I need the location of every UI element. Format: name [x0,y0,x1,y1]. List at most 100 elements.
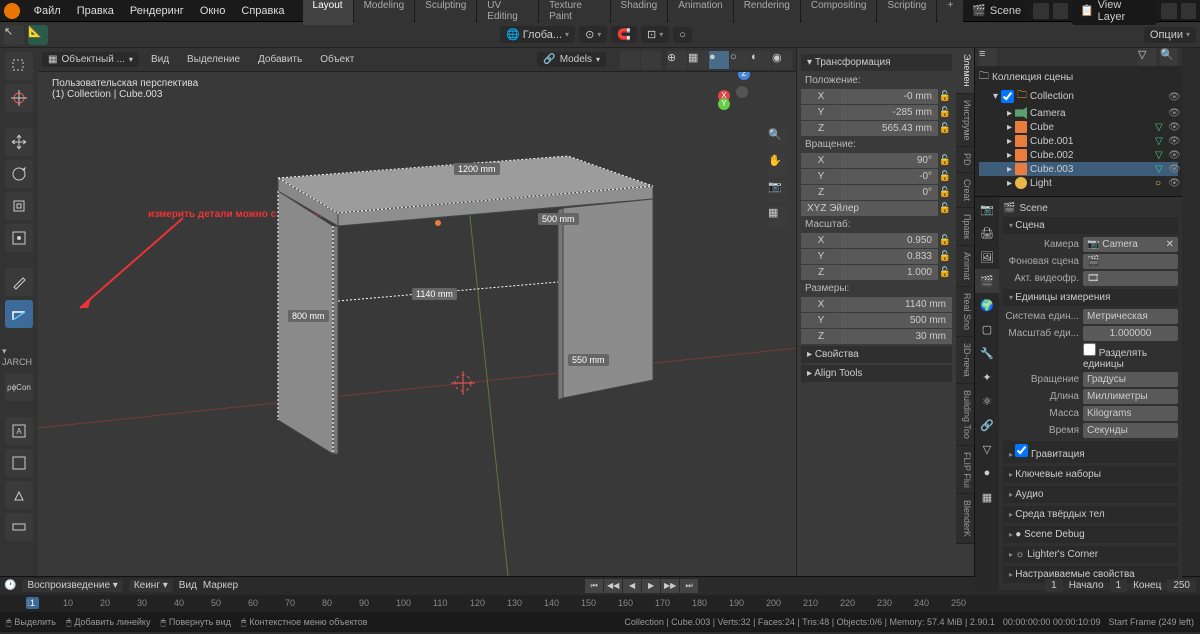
rot-x-lock[interactable]: 🔓 [938,155,952,166]
scale-tool[interactable] [5,192,33,220]
length-unit-dropdown[interactable]: Миллиметры [1083,389,1178,404]
audio-header[interactable]: Аудио [1003,486,1178,503]
props-tab-viewlayer[interactable]: 🖼 [975,245,999,269]
annotate-tool[interactable] [5,268,33,296]
3d-viewport[interactable]: ▦Объектный ...▾ Вид Выделение Добавить О… [38,48,796,576]
mode-dropdown[interactable]: ▦Объектный ...▾ [42,52,139,67]
panel-tool-2[interactable] [5,449,33,477]
outliner-item-camera[interactable]: ▸Camera👁 [979,106,1178,120]
delete-scene-icon[interactable] [1053,3,1068,19]
new-viewlayer-icon[interactable] [1161,3,1176,19]
nav-gizmo[interactable]: X Y Z [718,68,768,118]
props-tab-particles[interactable]: ✦ [975,365,999,389]
units-section-header[interactable]: Единицы измерения [1003,289,1178,306]
panel-tool-4[interactable] [5,513,33,541]
dim-x-value[interactable]: 1140 mm [841,297,952,312]
workspace-tab-add[interactable]: + [937,0,963,25]
jump-start-button[interactable]: ⏮ [585,579,603,593]
scale-x-value[interactable]: 0.950 [841,233,938,248]
measure-tool-header-icon[interactable]: 📐 [28,25,48,45]
separate-units-checkbox[interactable] [1083,343,1096,356]
rot-x-value[interactable]: 90° [841,153,938,168]
unitscale-field[interactable]: 1.000000 [1083,326,1178,341]
prev-keyframe-button[interactable]: ◀◀ [604,579,622,593]
collection-checkbox[interactable] [1001,90,1014,103]
rotate-tool[interactable] [5,160,33,188]
dim-z-value[interactable]: 30 mm [841,329,952,344]
loc-z-lock[interactable]: 🔓 [938,123,952,134]
npanel-tab-item[interactable]: Элемен [956,48,974,94]
props-tab-texture[interactable]: ▦ [975,485,999,509]
gravity-header[interactable]: Гравитация [1003,441,1178,463]
props-tab-constraints[interactable]: 🔗 [975,413,999,437]
npanel-tab-flip[interactable]: FLIP Flui [956,446,974,495]
bgscene-field[interactable]: 🎬 [1083,254,1178,269]
menu-render[interactable]: Рендеринг [122,5,192,17]
scene-breadcrumb[interactable]: Scene [1019,203,1047,214]
lighters-corner-header[interactable]: ☼ Lighter's Corner [1003,546,1178,563]
npanel-tab-pd[interactable]: PD [956,147,974,173]
outliner-item-cube001[interactable]: ▸Cube.001▽👁 [979,134,1178,148]
workspace-tab-texpaint[interactable]: Texture Paint [539,0,609,25]
loc-y-value[interactable]: -285 mm [841,105,938,120]
props-tab-data[interactable]: ▽ [975,437,999,461]
vis-eye-icon[interactable]: 👁 [1168,150,1178,160]
playback-menu[interactable]: Воспроизведение ▾ [22,579,122,592]
next-keyframe-button[interactable]: ▶▶ [661,579,679,593]
properties-subheader[interactable]: ▸ Свойства [801,346,952,363]
rot-mode-dropdown[interactable]: XYZ Эйлер [801,201,938,216]
scale-y-value[interactable]: 0.833 [841,249,938,264]
panel-tool-3[interactable] [5,481,33,509]
vis-eye-icon[interactable]: 👁 [1168,136,1178,146]
loc-x-value[interactable]: -0 mm [841,89,938,104]
viewlayer-selector[interactable]: 📋View Layer [1072,0,1157,25]
scale-z-lock[interactable]: 🔓 [938,267,952,278]
props-tab-world[interactable]: 🌍 [975,293,999,317]
npanel-tab-3dprint[interactable]: 3D-печа [956,337,974,384]
models-dropdown[interactable]: 🔗Models▾ [537,52,606,67]
outliner-item-cube003[interactable]: ▸Cube.003▽👁 [979,162,1178,176]
outliner-display-mode-icon[interactable]: ≡ [979,48,997,66]
snap-toggle[interactable]: 🧲 [611,26,637,43]
menu-window[interactable]: Окно [192,5,234,17]
select-menu[interactable]: Выделение [181,54,246,65]
props-tab-render[interactable]: 📷 [975,197,999,221]
keysets-header[interactable]: Ключевые наборы [1003,466,1178,483]
move-tool[interactable] [5,128,33,156]
rot-y-lock[interactable]: 🔓 [938,171,952,182]
npanel-tab-tool[interactable]: Инструме [956,94,974,148]
vis-eye-icon[interactable]: 👁 [1168,122,1178,132]
overlay-toggle-icon[interactable]: ⊕ [667,51,687,69]
shading-solid-icon[interactable]: ● [709,51,729,69]
loc-y-lock[interactable]: 🔓 [938,107,952,118]
rot-mode-lock[interactable]: 🔓 [938,203,952,214]
npanel-tab-building[interactable]: Building Too [956,384,974,446]
scale-y-lock[interactable]: 🔓 [938,251,952,262]
props-tab-output[interactable]: 🖨 [975,221,999,245]
object-menu[interactable]: Объект [314,54,360,65]
gizmo-y-axis[interactable]: Y [718,98,730,110]
workspace-tab-animation[interactable]: Animation [668,0,732,25]
npanel-tab-animat[interactable]: Animat [956,246,974,287]
proportional-toggle[interactable]: ○ [673,27,692,43]
new-scene-icon[interactable] [1033,3,1048,19]
visibility-icon[interactable] [620,51,640,69]
workspace-tab-sculpting[interactable]: Sculpting [415,0,476,25]
timeline-editor-icon[interactable]: 🕐 [4,580,16,591]
menu-edit[interactable]: Правка [69,5,122,17]
outliner-item-cube[interactable]: ▸Cube▽👁 [979,120,1178,134]
pivot-dropdown[interactable]: ⊙▾ [579,26,607,43]
gravity-checkbox[interactable] [1015,444,1028,457]
rotation-unit-dropdown[interactable]: Градусы [1083,372,1178,387]
dim-y-value[interactable]: 500 mm [841,313,952,328]
outliner-collection[interactable]: ▾🗀Collection👁 [979,87,1178,106]
jarch-con-tool[interactable]: ρϕCon [5,373,33,401]
keying-menu[interactable]: Кеинг ▾ [129,579,173,592]
play-reverse-button[interactable]: ◀ [623,579,641,593]
shading-wire-icon[interactable]: ○ [730,51,750,69]
outliner-filter-icon[interactable]: ▽ [1138,48,1156,66]
outliner-root[interactable]: 🗀Коллекция сцены [979,68,1178,87]
gizmo-toggle-icon[interactable] [641,51,661,69]
pan-icon[interactable]: ✋ [768,154,790,176]
scene-section-header[interactable]: Сцена [1003,217,1178,234]
